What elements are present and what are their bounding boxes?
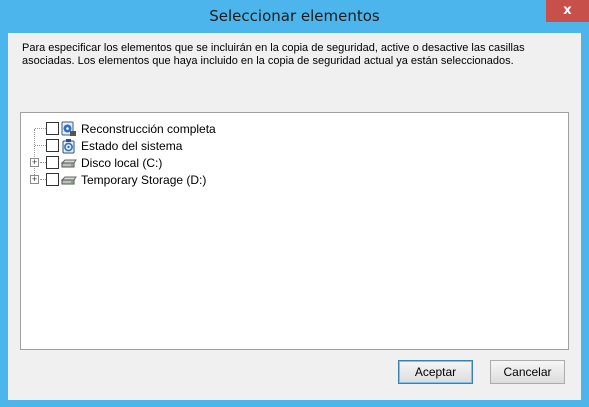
hard-drive-icon (60, 172, 77, 188)
dialog-client-area: Para especificar los elementos que se in… (8, 33, 581, 400)
expand-toggle[interactable]: + (30, 157, 39, 167)
hard-drive-icon (60, 155, 77, 171)
dialog-title: Seleccionar elementos (209, 7, 380, 25)
tree-item-label: Temporary Storage (D:) (81, 173, 207, 187)
ok-button[interactable]: Aceptar (398, 360, 473, 384)
disk-c-checkbox[interactable] (46, 156, 59, 169)
tree-item-bare-metal[interactable]: Reconstrucción completa (21, 121, 321, 137)
dialog-window: Seleccionar elementos x Para especificar… (0, 0, 589, 407)
cancel-button[interactable]: Cancelar (490, 360, 565, 384)
tree-item-disk-c[interactable]: + Disco local (C:) (21, 155, 321, 171)
expand-toggle[interactable]: + (30, 174, 39, 184)
bare-metal-recovery-icon (60, 121, 77, 137)
system-state-checkbox[interactable] (46, 139, 59, 152)
items-tree[interactable]: Reconstrucción completa Estado del siste… (20, 112, 569, 350)
tree-item-label: Estado del sistema (81, 139, 183, 153)
title-bar[interactable]: Seleccionar elementos x (0, 0, 589, 33)
tree-connector (35, 145, 46, 146)
disk-d-checkbox[interactable] (46, 173, 59, 186)
tree-item-disk-d[interactable]: + Temporary Storage (D:) (21, 172, 321, 188)
tree-item-system-state[interactable]: Estado del sistema (21, 138, 321, 154)
tree-item-label: Disco local (C:) (81, 156, 163, 170)
bare-metal-checkbox[interactable] (46, 122, 59, 135)
close-button[interactable]: x (546, 0, 589, 22)
instructions-text: Para especificar los elementos que se in… (22, 42, 525, 67)
system-state-icon (60, 138, 77, 154)
tree-item-label: Reconstrucción completa (81, 122, 216, 136)
